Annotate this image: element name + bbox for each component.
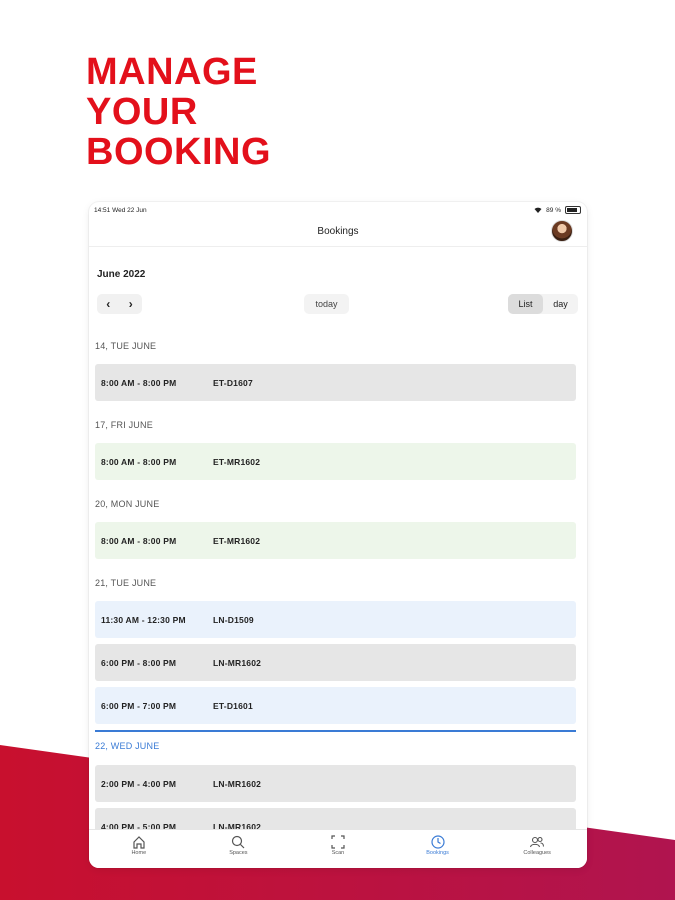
tab-bookings[interactable]: Bookings (388, 830, 488, 868)
tablet-screen: 14:51 Wed 22 Jun 89 % Bookings June 2022… (89, 202, 587, 868)
status-bar: 14:51 Wed 22 Jun 89 % (89, 202, 587, 220)
day-header: 20, MON JUNE (95, 499, 160, 509)
home-icon (133, 836, 145, 849)
today-button[interactable]: today (304, 294, 349, 314)
booking-row[interactable]: 8:00 AM - 8:00 PM ET-MR1602 (95, 443, 576, 480)
tab-spaces[interactable]: Spaces (189, 830, 289, 868)
people-icon (530, 836, 545, 848)
headline-line-1: MANAGE (86, 51, 258, 93)
booking-time: 8:00 AM - 8:00 PM (101, 456, 177, 467)
view-day-button[interactable]: day (543, 294, 578, 314)
scan-icon (331, 835, 345, 849)
booking-time: 6:00 PM - 8:00 PM (101, 657, 177, 668)
booking-room: LN-MR1602 (213, 778, 262, 789)
month-title: June 2022 (97, 269, 146, 280)
page-title: Bookings (317, 226, 359, 237)
tab-bar: Home Spaces Scan Bookings Colleagues (89, 829, 587, 868)
tab-scan[interactable]: Scan (288, 830, 388, 868)
day-header: 21, TUE JUNE (95, 578, 157, 588)
booking-room: LN-D1509 (213, 614, 254, 625)
view-list-button[interactable]: List (508, 294, 543, 314)
booking-row[interactable]: 2:00 PM - 4:00 PM LN-MR1602 (95, 765, 576, 802)
tab-label: Home (131, 850, 147, 856)
booking-room: ET-MR1602 (213, 535, 261, 546)
chevron-left-icon[interactable]: ‹ (106, 297, 110, 311)
tab-label: Colleagues (523, 850, 551, 856)
headline-line-3: BOOKING (86, 131, 272, 173)
wifi-icon (534, 207, 542, 213)
booking-row[interactable]: 8:00 AM - 8:00 PM ET-MR1602 (95, 522, 576, 559)
status-time-date: 14:51 Wed 22 Jun (94, 207, 147, 214)
clock-icon (430, 835, 445, 849)
booking-time: 8:00 AM - 8:00 PM (101, 377, 177, 388)
tab-label: Bookings (426, 850, 449, 856)
day-header: 14, TUE JUNE (95, 341, 157, 351)
battery-percent: 89 % (546, 206, 561, 214)
nav-bar: Bookings (89, 220, 587, 247)
tab-colleagues[interactable]: Colleagues (487, 830, 587, 868)
booking-time: 2:00 PM - 4:00 PM (101, 778, 177, 789)
booking-room: ET-D1601 (213, 700, 253, 711)
booking-row[interactable]: 8:00 AM - 8:00 PM ET-D1607 (95, 364, 576, 401)
chevron-right-icon[interactable]: › (129, 297, 133, 311)
booking-room: ET-MR1602 (213, 456, 261, 467)
booking-row[interactable]: 6:00 PM - 8:00 PM LN-MR1602 (95, 644, 576, 681)
booking-row[interactable]: 11:30 AM - 12:30 PM LN-D1509 (95, 601, 576, 638)
day-header: 17, FRI JUNE (95, 420, 153, 430)
battery-icon (565, 206, 581, 214)
month-nav: ‹ › (97, 294, 142, 314)
view-toggle: List day (508, 294, 578, 314)
tab-label: Spaces (229, 850, 248, 856)
booking-room: LN-MR1602 (213, 657, 262, 668)
avatar[interactable] (551, 220, 573, 242)
search-icon (232, 835, 245, 849)
headline-line-2: YOUR (86, 91, 198, 133)
booking-room: ET-D1607 (213, 377, 253, 388)
promo-headline: MANAGE YOUR BOOKING (86, 52, 271, 172)
tab-home[interactable]: Home (89, 830, 189, 868)
booking-time: 6:00 PM - 7:00 PM (101, 700, 177, 711)
day-header: 22, WED JUNE (95, 730, 576, 765)
tab-label: Scan (331, 850, 345, 856)
booking-time: 8:00 AM - 8:00 PM (101, 535, 177, 546)
booking-row[interactable]: 6:00 PM - 7:00 PM ET-D1601 (95, 687, 576, 724)
booking-time: 11:30 AM - 12:30 PM (101, 614, 186, 625)
booking-list: 14, TUE JUNE 8:00 AM - 8:00 PM ET-D1607 17,… (95, 328, 576, 851)
